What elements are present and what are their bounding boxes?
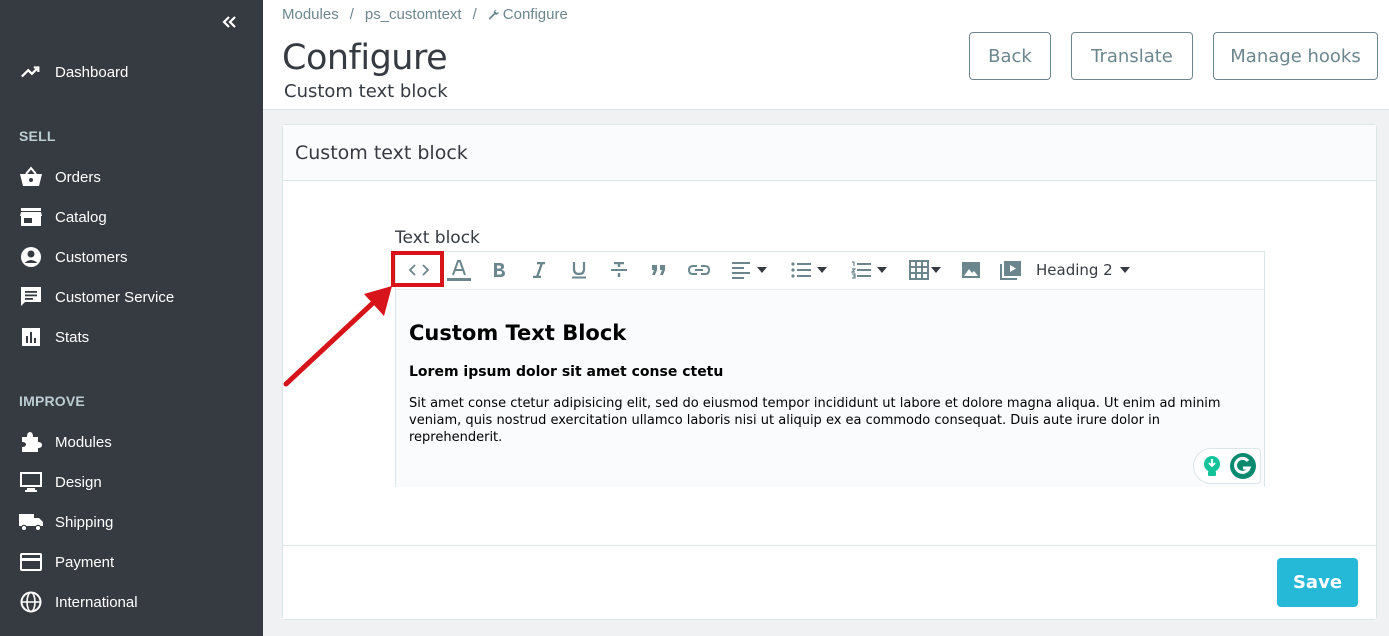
table-icon <box>909 260 929 280</box>
sidebar-item-label: Orders <box>55 168 101 186</box>
back-button[interactable]: Back <box>969 32 1051 80</box>
page-header: Modules / ps_customtext / Configure Conf… <box>263 0 1389 110</box>
grammarly-icon <box>1229 452 1257 484</box>
blockquote-icon[interactable] <box>646 257 672 283</box>
sidebar-item-label: Stats <box>55 328 90 346</box>
sidebar-item-catalog[interactable]: Catalog <box>0 199 263 235</box>
italic-icon[interactable] <box>526 257 552 283</box>
bar-chart-icon <box>19 325 43 349</box>
card-title: Custom text block <box>295 142 468 164</box>
text-block-label: Text block <box>395 228 480 248</box>
manage-hooks-button[interactable]: Manage hooks <box>1213 32 1378 80</box>
caret-down-icon <box>931 267 941 273</box>
section-heading-sell: SELL <box>19 128 56 144</box>
caret-down-icon <box>1119 267 1130 273</box>
caret-down-icon <box>817 267 827 273</box>
block-format-dropdown[interactable]: Heading 2 <box>1036 257 1132 283</box>
sidebar-item-label: Customers <box>55 248 128 266</box>
sidebar-item-customers[interactable]: Customers <box>0 239 263 275</box>
breadcrumb-item[interactable]: ps_customtext <box>365 6 462 23</box>
sidebar-item-label: International <box>55 593 138 611</box>
store-icon <box>19 205 43 229</box>
translate-button[interactable]: Translate <box>1071 32 1193 80</box>
content-paragraph: Sit amet conse ctetur adipisicing elit, … <box>409 396 1221 445</box>
config-card: Custom text block Text block Heading 2 C… <box>282 124 1377 620</box>
sidebar-item-label: Catalog <box>55 208 107 226</box>
sidebar-item-label: Shipping <box>55 513 114 531</box>
link-icon[interactable] <box>686 257 712 283</box>
sidebar-item-label: Payment <box>55 553 115 571</box>
sidebar: Dashboard SELL Orders Catalog Customers … <box>0 0 263 636</box>
rich-text-editor: Heading 2 Custom Text Block Lorem ipsum … <box>395 251 1265 487</box>
globe-icon <box>19 590 43 614</box>
sidebar-item-international[interactable]: International <box>0 584 263 620</box>
sidebar-item-orders[interactable]: Orders <box>0 159 263 195</box>
content-subheading: Lorem ipsum dolor sit amet conse ctetu <box>409 364 724 380</box>
section-heading-improve: IMPROVE <box>19 393 85 409</box>
bold-icon[interactable] <box>486 257 512 283</box>
sidebar-item-customer-service[interactable]: Customer Service <box>0 279 263 315</box>
card-header: Custom text block <box>283 125 1376 181</box>
lightbulb-icon <box>1202 455 1222 483</box>
underline-icon[interactable] <box>566 257 592 283</box>
sidebar-item-label: Design <box>55 473 102 491</box>
sidebar-item-modules[interactable]: Modules <box>0 424 263 460</box>
credit-card-icon <box>19 550 43 574</box>
sidebar-item-stats[interactable]: Stats <box>0 319 263 355</box>
sidebar-item-payment[interactable]: Payment <box>0 544 263 580</box>
annotation-arrow-icon <box>283 286 392 387</box>
bullet-list-dropdown[interactable] <box>786 257 832 283</box>
page-title: Configure <box>282 38 448 78</box>
image-icon[interactable] <box>958 257 984 283</box>
sidebar-item-shipping[interactable]: Shipping <box>0 504 263 540</box>
editor-content-area[interactable]: Custom Text Block Lorem ipsum dolor sit … <box>396 291 1264 487</box>
puzzle-icon <box>19 430 43 454</box>
sidebar-item-label: Dashboard <box>55 63 129 81</box>
page-subtitle: Custom text block <box>284 81 448 102</box>
bullet-list-icon <box>791 262 811 278</box>
strikethrough-icon[interactable] <box>606 257 632 283</box>
card-footer: Save <box>283 545 1376 619</box>
sidebar-item-dashboard[interactable]: Dashboard <box>0 54 263 90</box>
sidebar-item-label: Customer Service <box>55 288 175 306</box>
basket-icon <box>19 165 43 189</box>
desktop-icon <box>19 470 43 494</box>
collapse-sidebar-icon[interactable] <box>219 12 239 32</box>
save-button[interactable]: Save <box>1277 558 1358 607</box>
truck-icon <box>19 510 43 534</box>
trending-up-icon <box>19 60 43 84</box>
grammarly-widget[interactable] <box>1193 448 1261 484</box>
numbered-list-dropdown[interactable] <box>846 257 892 283</box>
numbered-list-icon <box>851 261 871 279</box>
content-heading: Custom Text Block <box>409 321 627 345</box>
sidebar-item-design[interactable]: Design <box>0 464 263 500</box>
align-dropdown[interactable] <box>726 257 772 283</box>
account-circle-icon <box>19 245 43 269</box>
breadcrumb-separator: / <box>472 6 477 23</box>
align-left-icon <box>731 261 751 279</box>
text-color-icon[interactable] <box>446 257 472 283</box>
caret-down-icon <box>877 267 887 273</box>
sidebar-item-label: Modules <box>55 433 112 451</box>
breadcrumb-separator: / <box>349 6 354 23</box>
table-dropdown[interactable] <box>904 257 946 283</box>
breadcrumb: Modules / ps_customtext / Configure <box>282 6 568 23</box>
editor-toolbar: Heading 2 <box>396 252 1264 290</box>
block-format-value: Heading 2 <box>1036 261 1113 279</box>
wrench-icon <box>488 6 500 23</box>
breadcrumb-item[interactable]: Modules <box>282 6 339 23</box>
breadcrumb-current: Configure <box>502 6 568 23</box>
caret-down-icon <box>757 267 767 273</box>
chat-icon <box>19 285 43 309</box>
media-icon[interactable] <box>998 257 1024 283</box>
